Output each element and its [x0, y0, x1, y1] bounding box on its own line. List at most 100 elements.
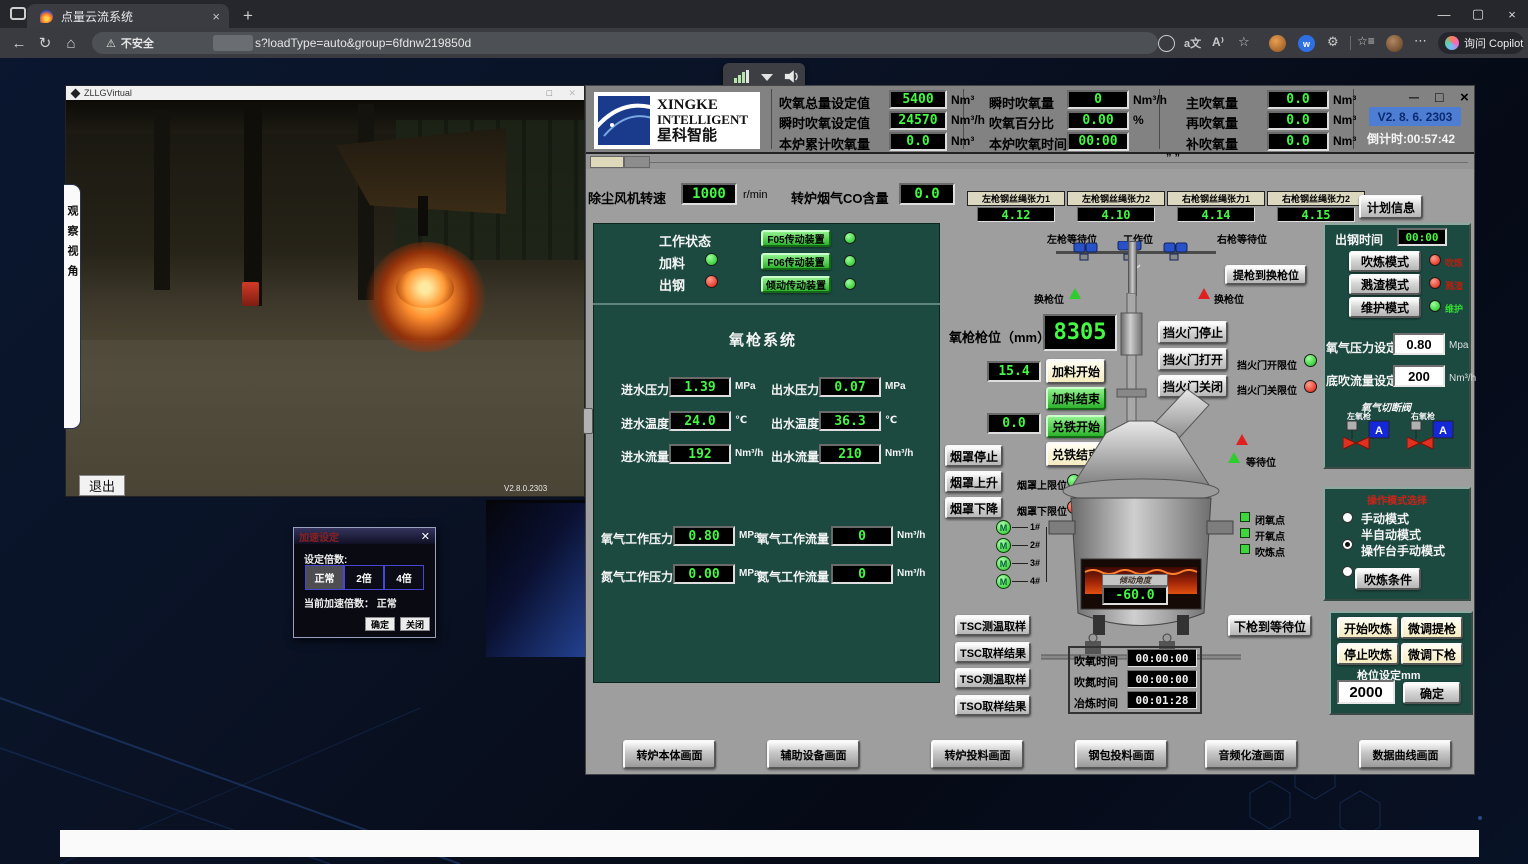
tension-value: 4.15: [1277, 207, 1355, 222]
scroll-track-line: [650, 162, 1468, 163]
tso-result-button[interactable]: TSO取样结果: [955, 695, 1031, 716]
security-label: 不安全: [121, 35, 154, 51]
viewer-close-icon[interactable]: ✕: [568, 88, 576, 99]
hmi-minimize-icon[interactable]: ─: [1409, 89, 1419, 105]
nav-audio-slag[interactable]: 音频化渣画面: [1205, 740, 1298, 769]
lance-set-ok-button[interactable]: 确定: [1403, 682, 1461, 704]
viewer-titlebar[interactable]: ZLLGVirtual □ ✕: [66, 86, 584, 100]
hood-up-button[interactable]: 烟罩上升: [945, 471, 1003, 493]
nav-converter-feed[interactable]: 转炉投料画面: [931, 740, 1024, 769]
blow-condition-label: 吹炼条件: [1364, 571, 1412, 588]
hmi-maximize-icon[interactable]: □: [1435, 89, 1443, 105]
viewer-maximize-icon[interactable]: □: [547, 88, 552, 98]
point-indicator: [1240, 528, 1250, 538]
split-screen-icon[interactable]: [1158, 35, 1175, 52]
refresh-icon[interactable]: ↻: [32, 34, 58, 52]
drive-tilt-label: 倾动传动装置: [766, 277, 826, 292]
workspaces-icon[interactable]: [10, 7, 26, 20]
lance-set-input[interactable]: 2000: [1337, 680, 1395, 704]
viewer-version: V2.8.0.2303: [504, 484, 547, 493]
nav-data-curves[interactable]: 数据曲线画面: [1359, 740, 1452, 769]
chevron-down-icon[interactable]: [761, 74, 773, 81]
drive-f05-button[interactable]: F05传动装置: [761, 230, 831, 247]
speed-dialog-close-button[interactable]: 关闭: [400, 617, 430, 631]
row-value: 0.00: [673, 564, 735, 584]
tso-measure-button[interactable]: TSO测温取样: [955, 668, 1031, 689]
maintain-mode-button[interactable]: 维护模式: [1349, 297, 1421, 318]
start-blow-label: 开始吹炼: [1344, 620, 1392, 637]
hmi-close-icon[interactable]: ×: [1460, 89, 1469, 106]
nav-converter-body[interactable]: 转炉本体画面: [623, 740, 716, 769]
drive-f06-button[interactable]: F06传动装置: [761, 253, 831, 270]
o2-pressure-input[interactable]: 0.80: [1393, 333, 1445, 355]
slag-mode-button[interactable]: 溅渣模式: [1349, 274, 1421, 295]
read-aloud-icon[interactable]: A⁾: [1212, 35, 1224, 49]
speaker-icon[interactable]: [784, 69, 800, 84]
lower-to-wait-button[interactable]: 下枪到等待位: [1228, 615, 1312, 637]
blow-condition-button[interactable]: 吹炼条件: [1355, 568, 1421, 590]
address-bar[interactable]: ⚠ 不安全 s?loadType=auto&group=6fdnw219850d: [92, 32, 1158, 54]
tab-close-icon[interactable]: ×: [203, 9, 229, 24]
speed-dialog-ok-button[interactable]: 确定: [365, 617, 395, 631]
view-angle-tab[interactable]: 观察视角: [64, 184, 81, 429]
radio-manual[interactable]: [1342, 512, 1353, 523]
motor-label: 3#: [1030, 558, 1040, 568]
right-lance-valve-icon[interactable]: A: [1407, 419, 1459, 449]
copilot-icon: [1445, 36, 1459, 50]
more-options-icon[interactable]: ⋯: [1414, 33, 1427, 49]
scroll-thumb[interactable]: [590, 156, 624, 168]
left-lance-valve-icon[interactable]: A: [1343, 419, 1395, 449]
viewer-exit-button[interactable]: 退出: [79, 475, 125, 496]
speed-dialog-titlebar[interactable]: 加速设定 ✕: [294, 528, 435, 544]
unity-icon: [71, 88, 81, 98]
start-blow-button[interactable]: 开始吹炼: [1337, 617, 1399, 639]
new-tab-button[interactable]: +: [236, 4, 260, 28]
bottom-flow-input[interactable]: 200: [1393, 365, 1445, 387]
signal-strength-icon[interactable]: [734, 70, 750, 83]
window-splitter-handle[interactable]: [583, 408, 593, 434]
extension-icon-2[interactable]: w: [1298, 35, 1315, 52]
plan-info-button[interactable]: 计划信息: [1359, 195, 1423, 219]
browser-tab[interactable]: 点量云流系统 ×: [27, 4, 229, 28]
profile-avatar[interactable]: [1386, 35, 1403, 52]
nav-ladle-feed-label: 钢包投料画面: [1089, 747, 1155, 763]
speed-option-4x[interactable]: 4倍: [384, 565, 424, 590]
browser-close-button[interactable]: ×: [1495, 2, 1528, 26]
back-icon[interactable]: ←: [6, 35, 32, 52]
view-angle-label: 观察视角: [66, 205, 78, 285]
hood-stop-button[interactable]: 烟罩停止: [945, 445, 1003, 467]
blow-mode-button[interactable]: 吹炼模式: [1349, 251, 1421, 272]
speed-close-label: 关闭: [406, 618, 424, 631]
viewer-3d-scene[interactable]: V2.8.0.2303: [66, 100, 584, 496]
scroll-segment[interactable]: [624, 156, 650, 168]
speed-option-normal[interactable]: 正常: [305, 565, 344, 590]
copilot-button[interactable]: 询问 Copilot: [1438, 32, 1524, 54]
browser-maximize-button[interactable]: ▢: [1461, 2, 1495, 26]
drive-tilt-button[interactable]: 倾动传动装置: [761, 276, 831, 293]
tsc-measure-button[interactable]: TSC测温取样: [955, 615, 1031, 636]
stop-blow-button[interactable]: 停止吹炼: [1337, 643, 1399, 665]
radio-console-manual[interactable]: [1342, 566, 1353, 577]
trim-lower-button[interactable]: 微调下枪: [1401, 643, 1463, 665]
favorite-star-icon[interactable]: ☆: [1238, 34, 1250, 50]
browser-minimize-button[interactable]: —: [1427, 2, 1461, 26]
fire-door-close-limit-indicator: [1304, 380, 1317, 393]
hood-down-button[interactable]: 烟罩下降: [945, 497, 1003, 519]
nav-aux-equipment[interactable]: 辅助设备画面: [767, 740, 860, 769]
row-unit: MPa: [885, 381, 906, 392]
point-label: 开氧点: [1255, 528, 1285, 543]
speed-option-2x[interactable]: 2倍: [344, 565, 384, 590]
viewer-title: ZLLGVirtual: [84, 88, 132, 98]
radio-semi-auto[interactable]: [1342, 539, 1353, 550]
tsc-result-button[interactable]: TSC取样结果: [955, 642, 1031, 663]
favorites-bar-icon[interactable]: ☆≡: [1357, 34, 1375, 48]
extension-icon-3[interactable]: ⚙: [1327, 34, 1339, 50]
nav-ladle-feed[interactable]: 钢包投料画面: [1075, 740, 1168, 769]
speed-dialog-close-icon[interactable]: ✕: [421, 530, 430, 543]
translate-icon[interactable]: a文: [1184, 35, 1201, 51]
raise-to-change-button[interactable]: 提枪到换枪位: [1225, 265, 1307, 285]
extension-icon-1[interactable]: [1269, 35, 1286, 52]
home-icon[interactable]: ⌂: [58, 35, 84, 52]
trim-raise-button[interactable]: 微调提枪: [1401, 617, 1463, 639]
stat-label: 再吹氧量: [1186, 113, 1238, 132]
